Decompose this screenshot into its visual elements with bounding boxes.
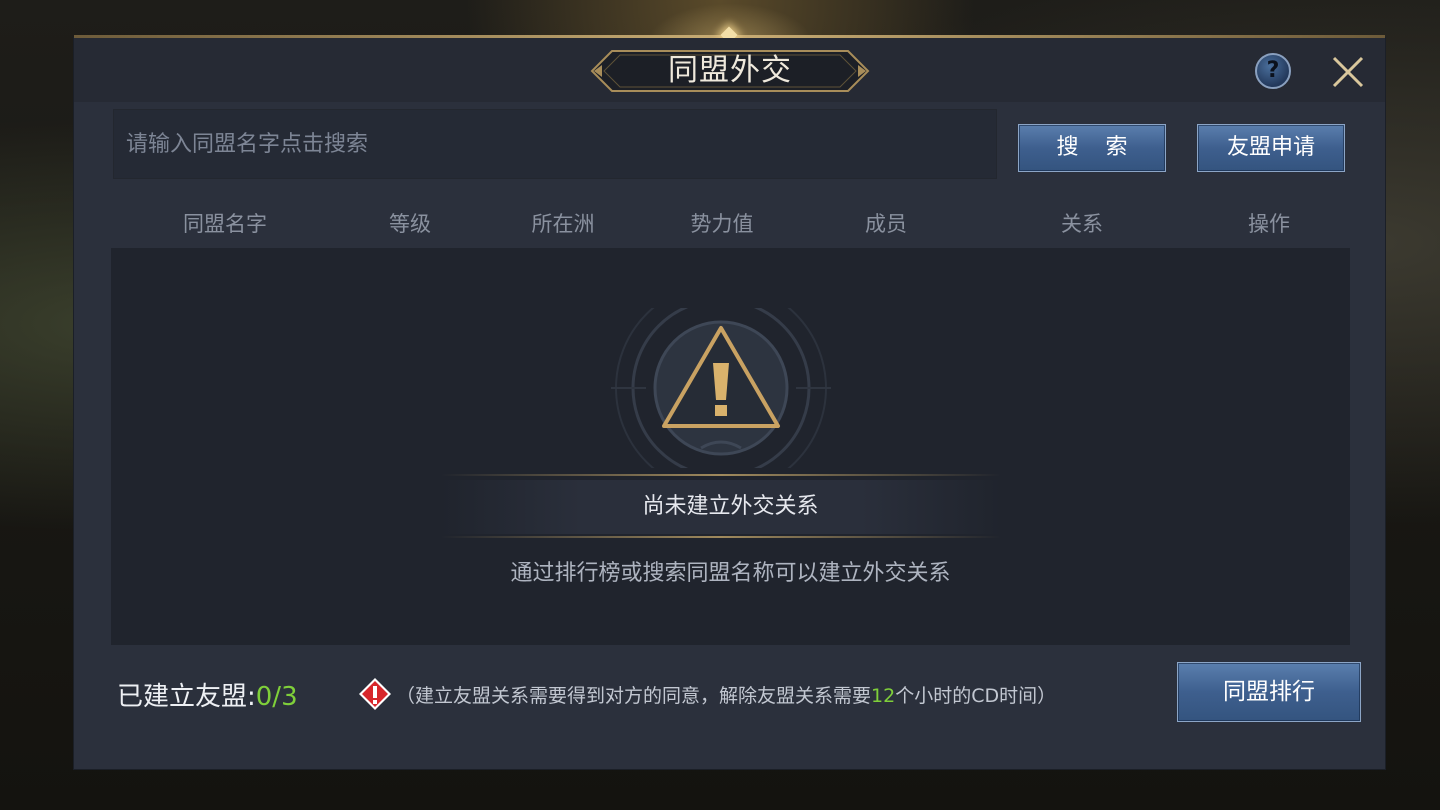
alliance-count-value: 0/3	[255, 682, 298, 712]
column-header-name: 同盟名字	[183, 212, 267, 236]
column-header-power: 势力值	[690, 212, 754, 236]
close-button[interactable]	[1330, 54, 1366, 90]
notice-hours: 12	[871, 685, 896, 707]
notice-suffix: 个小时的CD时间）	[895, 685, 1057, 707]
alliance-requests-button[interactable]: 友盟申请	[1197, 124, 1345, 172]
column-header-level: 等级	[389, 212, 431, 236]
empty-divider-bottom	[441, 536, 1001, 538]
search-input[interactable]	[114, 110, 996, 178]
column-header-continent: 所在洲	[531, 212, 595, 236]
title-bar: 同盟外交 ?	[74, 38, 1385, 102]
notice-prefix: （建立友盟关系需要得到对方的同意，解除友盟关系需要	[396, 685, 872, 707]
alliance-list: 尚未建立外交关系 通过排行榜或搜索同盟名称可以建立外交关系	[111, 248, 1350, 645]
column-header-members: 成员	[865, 212, 907, 236]
cooldown-notice: （建立友盟关系需要得到对方的同意，解除友盟关系需要12个小时的CD时间）	[396, 681, 1056, 708]
alliance-ranking-button[interactable]: 同盟排行	[1177, 662, 1361, 722]
diplomacy-dialog: 同盟外交 ? 搜 索 友盟申请 同盟名字 等级 所在洲 势力值 成员 关系 操作	[73, 26, 1386, 770]
column-header-relation: 关系	[1061, 212, 1103, 236]
empty-state-subtitle: 通过排行榜或搜索同盟名称可以建立外交关系	[510, 561, 951, 586]
help-button[interactable]: ?	[1255, 53, 1291, 89]
close-icon	[1332, 56, 1364, 88]
empty-divider-top	[441, 474, 1001, 476]
alert-diamond-icon	[359, 678, 391, 710]
empty-state-title: 尚未建立外交关系	[642, 494, 819, 519]
dialog-title: 同盟外交	[668, 53, 792, 88]
table-header: 同盟名字 等级 所在洲 势力值 成员 关系 操作	[74, 208, 1385, 244]
alliance-count-label: 已建立友盟:	[117, 682, 256, 712]
search-box	[113, 109, 997, 179]
alliance-count: 已建立友盟:0/3	[117, 676, 298, 713]
search-button[interactable]: 搜 索	[1018, 124, 1166, 172]
warning-triangle-icon	[611, 308, 831, 468]
help-icon: ?	[1266, 58, 1280, 83]
title-plate: 同盟外交	[590, 49, 870, 93]
column-header-action: 操作	[1248, 212, 1290, 236]
